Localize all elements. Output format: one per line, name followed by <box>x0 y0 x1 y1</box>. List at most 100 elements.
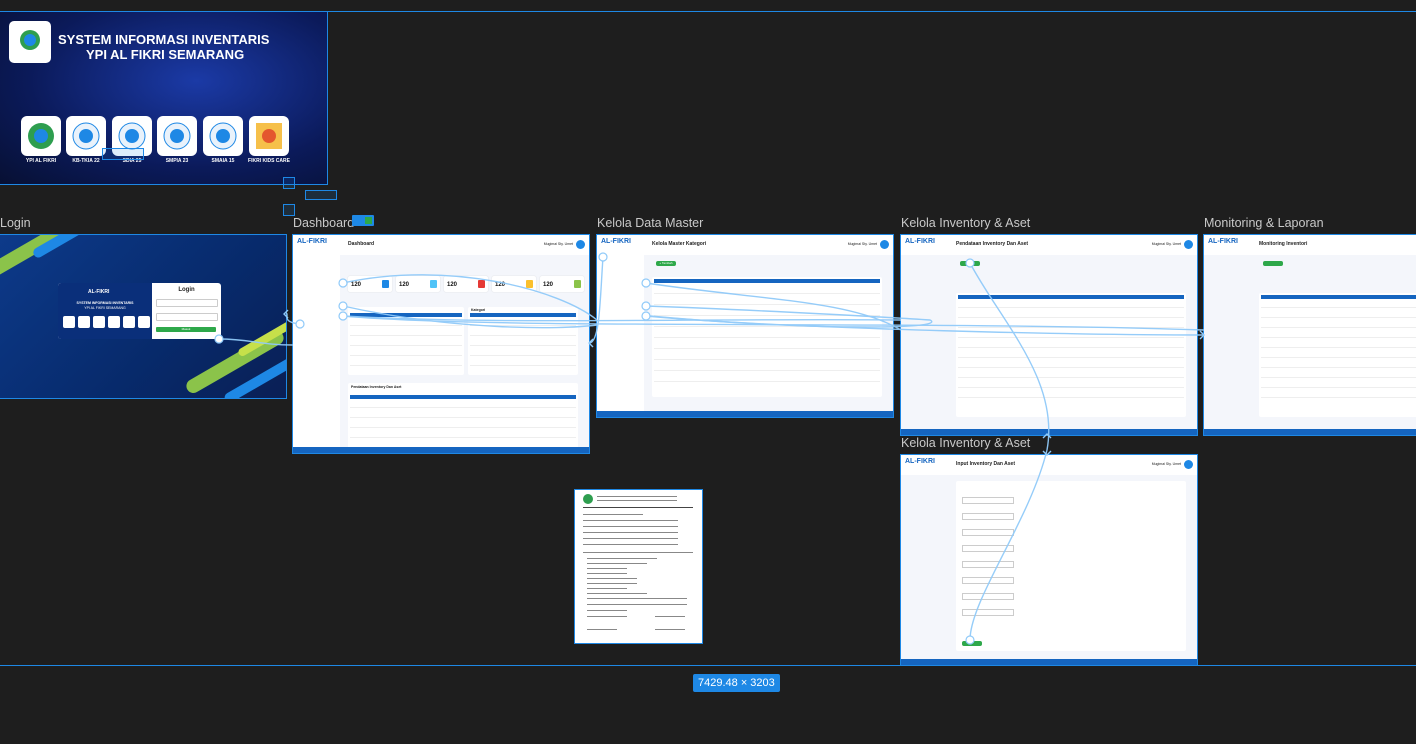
form-field[interactable] <box>962 545 1014 552</box>
monitoring-table <box>1259 293 1416 417</box>
stat-card: 120 <box>396 276 440 292</box>
submit-button[interactable] <box>962 641 982 646</box>
printed-form-document[interactable] <box>574 489 703 644</box>
kelola-master-frame[interactable]: AL-FIKRI Kelola Master Kategori Mugimai … <box>596 234 894 418</box>
arrow-head <box>588 338 594 348</box>
table-header <box>470 313 576 317</box>
form-field[interactable] <box>962 529 1014 536</box>
kategori-table <box>652 277 882 397</box>
selection-boundary-bottom <box>0 665 1416 666</box>
username-input[interactable] <box>156 299 218 307</box>
frame-label-dashboard[interactable]: Dashboard <box>293 216 354 230</box>
page-title: Dashboard <box>348 241 375 247</box>
app-logo: AL-FIKRI <box>905 238 935 245</box>
app-header: AL-FIKRI Monitoring Inventori <box>1204 235 1416 256</box>
table-header <box>350 395 576 399</box>
user-name: Mugimai Sty. Umet <box>1151 242 1181 246</box>
stat-icon <box>574 280 581 288</box>
main-content: + Tambah <box>644 255 893 411</box>
form-field[interactable] <box>962 609 1014 616</box>
frame-label-login[interactable]: Login <box>0 216 31 230</box>
table-card <box>348 307 464 375</box>
frame-label-monitoring[interactable]: Monitoring & Laporan <box>1204 216 1324 230</box>
inventory-title: Pendataan Inventory Dan Aset <box>351 385 402 389</box>
add-button[interactable] <box>960 261 980 266</box>
app-header: AL-FIKRI Kelola Master Kategori Mugimai … <box>597 235 893 256</box>
app-logo: AL-FIKRI <box>601 238 631 245</box>
password-input[interactable] <box>156 313 218 321</box>
main-content <box>1251 255 1416 429</box>
input-form <box>956 481 1186 651</box>
add-button[interactable] <box>1263 261 1283 266</box>
cover-title-line1: SYSTEM INFORMASI INVENTARIS <box>58 32 270 47</box>
app-logo: AL-FIKRI <box>297 238 327 245</box>
stat-icon <box>382 280 389 288</box>
stat-icon <box>430 280 437 288</box>
frame-label-kelola-inventory-2[interactable]: Kelola Inventory & Aset <box>901 436 1030 450</box>
inventory-table <box>956 293 1186 417</box>
stat-value: 120 <box>351 282 362 288</box>
school-logo <box>249 116 289 156</box>
stat-card: 120 <box>348 276 392 292</box>
login-form: Login Masuk <box>152 283 221 339</box>
school-logo <box>203 116 243 156</box>
app-header: AL-FIKRI Pendataan Inventory Dan Aset Mu… <box>901 235 1197 256</box>
input-inventory-frame[interactable]: AL-FIKRI Input Inventory Dan Aset Mugima… <box>900 454 1198 666</box>
app-logo: AL-FIKRI <box>1208 238 1238 245</box>
inventory-card: Pendataan Inventory Dan Aset <box>348 383 578 453</box>
school-name: FIKRI KIDS CARE <box>248 158 290 164</box>
cover-frame[interactable]: SYSTEM INFORMASI INVENTARIS YPI AL FIKRI… <box>0 11 328 185</box>
avatar[interactable] <box>880 240 889 249</box>
selection-boundary-top <box>0 11 1416 12</box>
app-footer <box>597 411 893 417</box>
dashboard-frame[interactable]: AL-FIKRI Dashboard Mugimai Sty. Umet 120… <box>292 234 590 454</box>
sidebar <box>293 255 341 447</box>
form-field[interactable] <box>962 497 1014 504</box>
monitoring-frame[interactable]: AL-FIKRI Monitoring Inventori <box>1203 234 1416 436</box>
stat-icon <box>526 280 533 288</box>
login-card-brand: AL-FIKRI SYSTEM INFORMASI INVENTARIS YPI… <box>58 283 152 339</box>
add-button[interactable]: + Tambah <box>656 261 676 266</box>
login-card: AL-FIKRI SYSTEM INFORMASI INVENTARIS YPI… <box>58 283 221 339</box>
selected-layer[interactable] <box>283 177 295 189</box>
frame-label-kelola-master[interactable]: Kelola Data Master <box>597 216 703 230</box>
form-field[interactable] <box>962 593 1014 600</box>
login-subtitle-2: YPI AL FIKRI SEMARANG <box>84 306 126 310</box>
main-content: 120 120 120 120 120 Kategori Pendataan I… <box>340 255 589 453</box>
school-logo <box>21 116 61 156</box>
login-frame[interactable]: AL-FIKRI SYSTEM INFORMASI INVENTARIS YPI… <box>0 234 287 399</box>
selected-layer[interactable] <box>102 148 144 160</box>
selected-layer[interactable] <box>283 204 295 216</box>
user-name: Mugimai Sty. Umet <box>1151 462 1181 466</box>
stat-card: 120 <box>492 276 536 292</box>
user-name: Mugimai Sty. Umet <box>847 242 877 246</box>
sidebar <box>901 475 948 659</box>
frame-tag <box>352 215 374 226</box>
form-field[interactable] <box>962 577 1014 584</box>
page-title: Pendataan Inventory Dan Aset <box>956 241 1029 247</box>
al-fikri-logo <box>9 21 51 63</box>
page-title: Monitoring Inventori <box>1259 241 1308 247</box>
avatar[interactable] <box>1184 240 1193 249</box>
login-title: Login <box>178 287 195 293</box>
stat-value: 120 <box>543 282 554 288</box>
form-field[interactable] <box>962 513 1014 520</box>
login-brand: AL-FIKRI <box>88 289 110 295</box>
avatar[interactable] <box>576 240 585 249</box>
sidebar <box>1204 255 1251 429</box>
main-content <box>948 255 1197 429</box>
form-field[interactable] <box>962 561 1014 568</box>
stat-icon <box>478 280 485 288</box>
sidebar <box>597 255 645 411</box>
app-footer <box>293 447 589 453</box>
frame-label-kelola-inventory[interactable]: Kelola Inventory & Aset <box>901 216 1030 230</box>
stat-card: 120 <box>444 276 488 292</box>
document-logo <box>583 494 593 504</box>
login-button[interactable]: Masuk <box>156 327 216 332</box>
kelola-inventory-frame[interactable]: AL-FIKRI Pendataan Inventory Dan Aset Mu… <box>900 234 1198 436</box>
table-header <box>654 279 880 283</box>
canvas-size-badge: 7429.48 × 3203 <box>693 674 780 692</box>
main-content <box>948 475 1197 659</box>
selected-layer[interactable] <box>305 190 337 200</box>
avatar[interactable] <box>1184 460 1193 469</box>
